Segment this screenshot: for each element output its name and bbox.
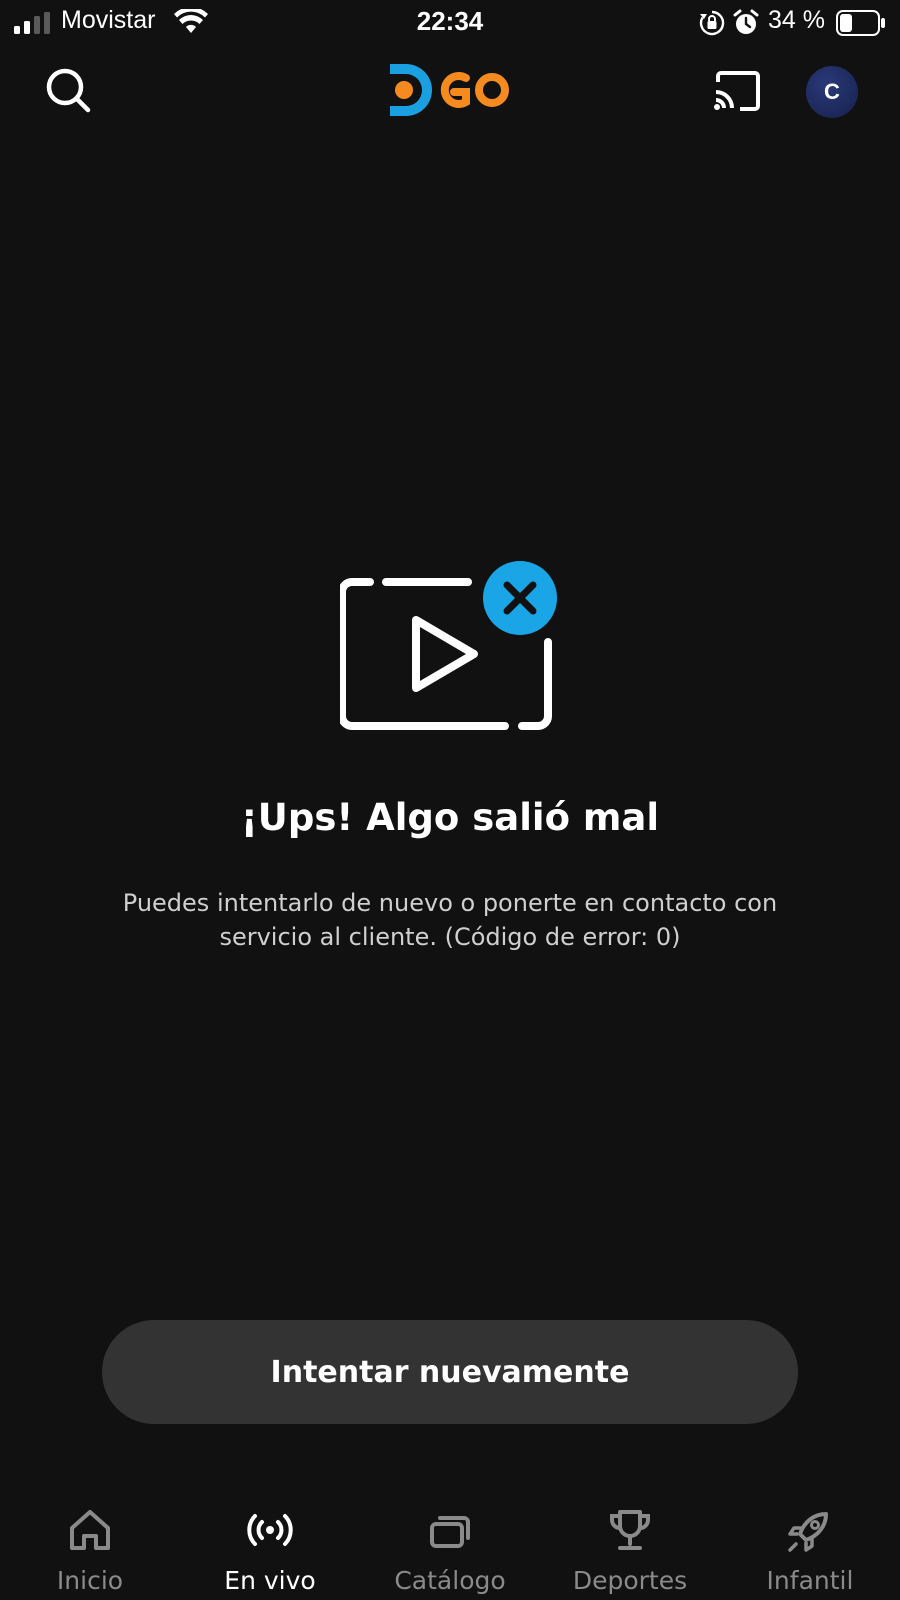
profile-avatar[interactable]: C: [806, 66, 858, 118]
nav-item-inicio[interactable]: Inicio: [0, 1500, 180, 1600]
avatar-initial: C: [824, 79, 840, 104]
nav-item-infantil[interactable]: Infantil: [720, 1500, 900, 1600]
nav-label-infantil: Infantil: [766, 1566, 854, 1595]
error-message: Puedes intentarlo de nuevo o ponerte en …: [122, 889, 778, 951]
rocket-icon: [788, 1512, 828, 1552]
retry-button-label: Intentar nuevamente: [270, 1354, 630, 1390]
bottom-nav: Inicio En vivo Catálogo Deportes Infanti…: [0, 1500, 900, 1600]
nav-label-catalogo: Catálogo: [394, 1566, 506, 1595]
search-icon: [46, 68, 91, 113]
battery-percent: 34 %: [768, 6, 825, 34]
retry-button[interactable]: Intentar nuevamente: [102, 1320, 798, 1424]
nav-item-catalogo[interactable]: Catálogo: [360, 1500, 540, 1600]
battery-icon: [836, 10, 885, 36]
nav-label-deportes: Deportes: [572, 1566, 688, 1595]
carrier-name: Movistar: [61, 6, 156, 34]
cast-button[interactable]: [712, 70, 762, 112]
nav-label-en-vivo: En vivo: [224, 1566, 316, 1595]
home-icon: [70, 1510, 110, 1550]
orientation-lock-icon: [699, 10, 725, 36]
live-broadcast-icon: [247, 1514, 293, 1546]
wifi-icon: [174, 9, 208, 33]
video-error-icon: [340, 561, 557, 730]
status-bar: Movistar 22:34 34 %: [0, 0, 900, 48]
catalog-icon: [430, 1516, 470, 1548]
alarm-icon: [733, 9, 759, 34]
nav-item-deportes[interactable]: Deportes: [540, 1500, 720, 1600]
cast-icon: [714, 71, 760, 111]
nav-item-en-vivo[interactable]: En vivo: [180, 1500, 360, 1600]
trophy-icon: [610, 1510, 650, 1550]
clock: 22:34: [416, 6, 484, 36]
search-button[interactable]: [44, 66, 92, 114]
error-title: ¡Ups! Algo salió mal: [240, 796, 660, 839]
signal-icon: [14, 12, 50, 34]
nav-label-inicio: Inicio: [56, 1566, 124, 1595]
dgo-logo: [386, 62, 516, 120]
